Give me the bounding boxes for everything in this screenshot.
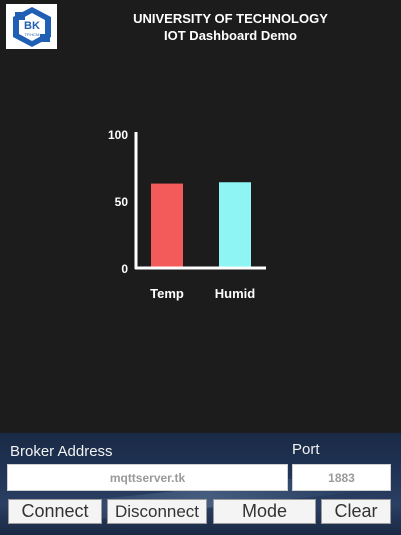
x-tick-label-temp: Temp xyxy=(150,286,184,301)
broker-address-label: Broker Address xyxy=(10,443,113,460)
disconnect-button[interactable]: Disconnect xyxy=(107,499,207,524)
y-tick-label-100: 100 xyxy=(108,128,128,142)
bar-humid xyxy=(219,182,251,268)
clear-button[interactable]: Clear xyxy=(321,499,391,524)
port-input[interactable]: 1883 xyxy=(292,464,391,491)
y-tick-label-50: 50 xyxy=(115,195,129,209)
bar-chart: Temp Humid 0 50 100 xyxy=(108,128,266,301)
mode-button[interactable]: Mode xyxy=(213,499,316,524)
x-tick-label-humid: Humid xyxy=(215,286,256,301)
port-label: Port xyxy=(292,441,320,458)
broker-address-input[interactable]: mqttserver.tk xyxy=(7,464,288,491)
bar-temp xyxy=(151,183,183,268)
connect-button[interactable]: Connect xyxy=(8,499,102,524)
y-tick-label-0: 0 xyxy=(121,262,128,276)
